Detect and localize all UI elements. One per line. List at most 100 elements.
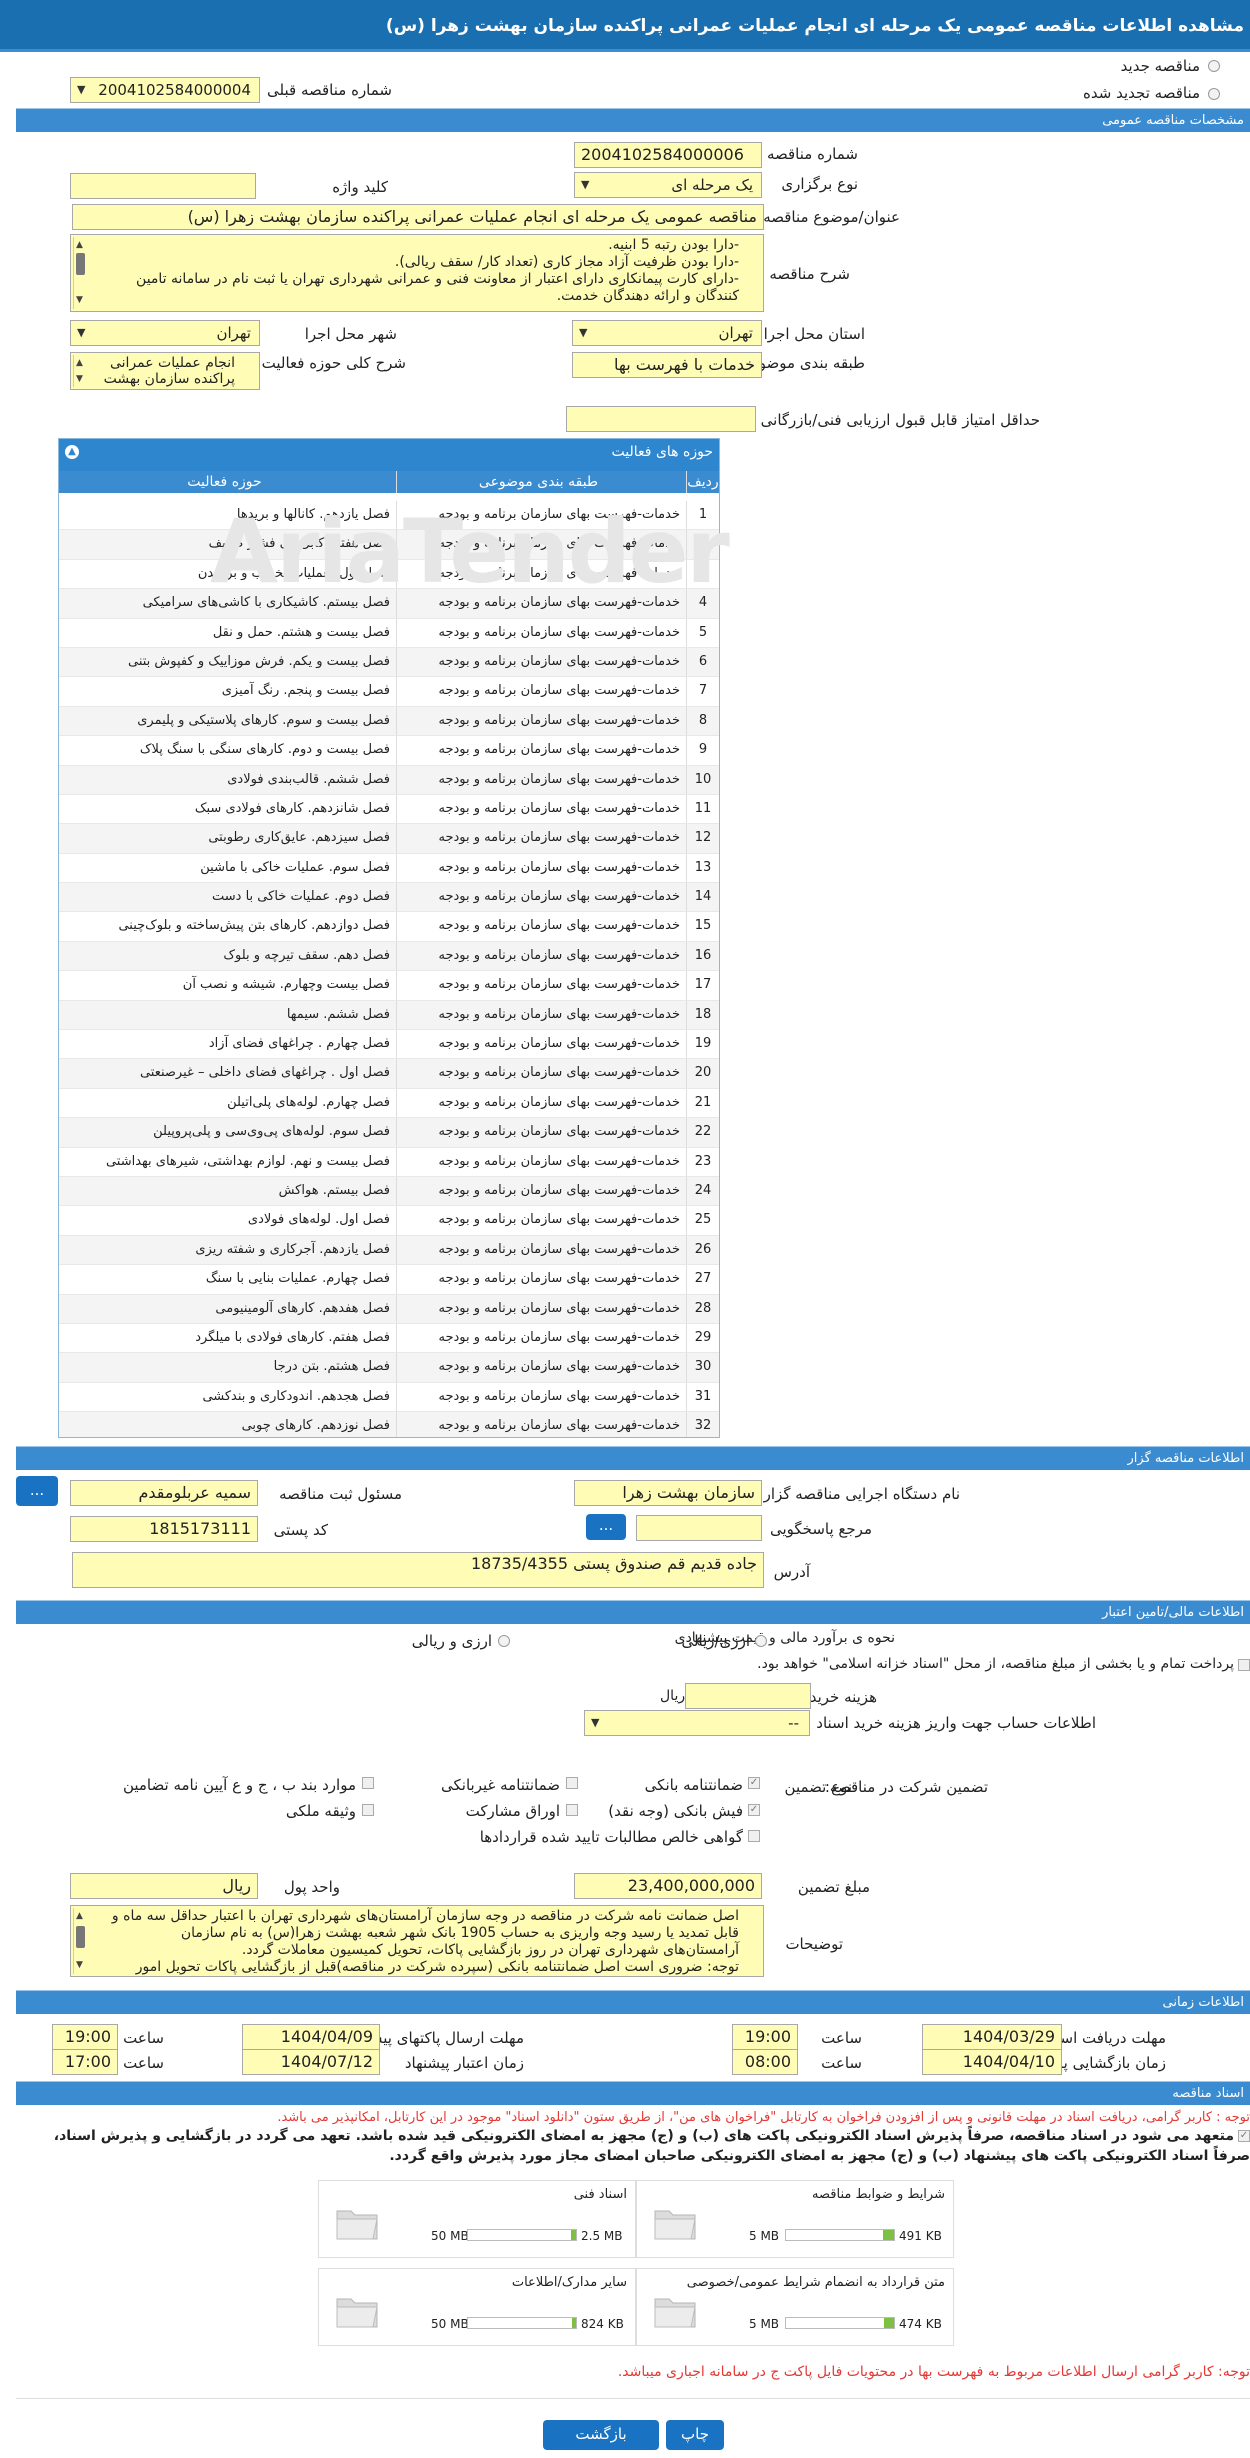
table-row[interactable]: 29 خدمات-فهرست بهای سازمان برنامه و بودجه… [59, 1323, 719, 1354]
document-item[interactable]: شرایط و ضوابط مناقصه 5 MB 491 KB [636, 2180, 954, 2258]
row-number: 29 [686, 1323, 719, 1353]
scope-label: شرح کلی حوزه فعالیت [261, 354, 406, 372]
table-row[interactable]: 19 خدمات-فهرست بهای سازمان برنامه و بودجه… [59, 1030, 719, 1060]
bonds-checkbox[interactable] [566, 1804, 578, 1816]
keyword-input[interactable] [70, 173, 256, 199]
table-row[interactable]: 24 خدمات-فهرست بهای سازمان برنامه و بودجه… [59, 1176, 719, 1207]
validity-label: زمان اعتبار پیشنهاد [404, 2054, 524, 2072]
submit-date-field: 1404/04/09 [242, 2024, 380, 2050]
prev-number-select[interactable]: ▼ 2004102584000004 [70, 77, 260, 103]
commitment-checkbox[interactable]: ✓ [1238, 2130, 1250, 2142]
folder-icon [654, 2210, 696, 2240]
city-select[interactable]: ▼ تهران [70, 320, 260, 346]
claims-checkbox[interactable] [748, 1830, 760, 1842]
more-button[interactable]: ... [16, 1476, 58, 1506]
treasury-checkbox[interactable] [1238, 1659, 1250, 1671]
table-row[interactable]: 11 خدمات-فهرست بهای سازمان برنامه و بودجه… [59, 794, 719, 825]
ref-button[interactable]: ... [586, 1514, 626, 1540]
table-row[interactable]: 7 خدمات-فهرست بهای سازمان برنامه و بودجه ف… [59, 677, 719, 707]
document-progress-fill [883, 2230, 894, 2240]
document-max-size: 5 MB [749, 2317, 780, 2331]
section-documents: اسناد مناقصه [16, 2081, 1250, 2105]
col-category: طبقه بندی موضوعی [396, 471, 686, 493]
table-row[interactable]: 5 خدمات-فهرست بهای سازمان برنامه و بودجه ف… [59, 618, 719, 648]
print-button[interactable]: چاپ [666, 2420, 724, 2450]
row-number: 15 [686, 912, 719, 941]
scrollbar[interactable]: ▲ ▼ [73, 237, 88, 309]
bank-guarantee-checkbox[interactable]: ✓ [748, 1777, 760, 1789]
nonbank-guarantee-checkbox[interactable] [566, 1777, 578, 1789]
description-textarea[interactable]: -دارا بودن رتبه 5 ابنیه. -دارا بودن ظرفی… [70, 234, 764, 312]
row-number: 31 [686, 1382, 719, 1412]
items-checkbox[interactable] [362, 1777, 374, 1789]
estimate-radio-1[interactable] [755, 1635, 767, 1647]
table-row[interactable]: 9 خدمات-فهرست بهای سازمان برنامه و بودجه ف… [59, 736, 719, 766]
table-row[interactable]: 10 خدمات-فهرست بهای سازمان برنامه و بودجه… [59, 765, 719, 795]
table-row[interactable]: 31 خدمات-فهرست بهای سازمان برنامه و بودجه… [59, 1382, 719, 1413]
scrollbar[interactable]: ▲ ▼ [73, 1908, 88, 1974]
receipt-checkbox[interactable]: ✓ [748, 1804, 760, 1816]
table-row[interactable]: 28 خدمات-فهرست بهای سازمان برنامه و بودجه… [59, 1294, 719, 1324]
new-tender-radio[interactable] [1208, 60, 1220, 72]
row-category: خدمات-فهرست بهای سازمان برنامه و بودجه [396, 1353, 686, 1382]
row-scope: فصل هفدهم. کارهای آلومینیومی [215, 1300, 390, 1316]
row-category: خدمات-فهرست بهای سازمان برنامه و بودجه [396, 1030, 686, 1059]
row-category: خدمات-فهرست بهای سازمان برنامه و بودجه [396, 1206, 686, 1235]
table-row[interactable]: 21 خدمات-فهرست بهای سازمان برنامه و بودجه… [59, 1088, 719, 1119]
back-button[interactable]: بازگشت [543, 2420, 659, 2450]
table-row[interactable]: 13 خدمات-فهرست بهای سازمان برنامه و بودجه… [59, 853, 719, 884]
renewed-tender-radio[interactable] [1208, 88, 1220, 100]
document-item[interactable]: سایر مدارک/اطلاعات 50 MB 824 KB [318, 2268, 636, 2346]
row-scope: فصل سیزدهم. عایق‌کاری رطوبتی [208, 830, 390, 846]
scope-textarea[interactable]: انجام عملیات عمرانی پراکنده سازمان بهشت … [70, 352, 260, 390]
table-row[interactable]: 23 خدمات-فهرست بهای سازمان برنامه و بودجه… [59, 1147, 719, 1177]
document-size: 2.5 MB [581, 2229, 623, 2243]
ref-label: مرجع پاسخگویی [769, 1520, 872, 1538]
table-row[interactable]: 27 خدمات-فهرست بهای سازمان برنامه و بودجه… [59, 1265, 719, 1295]
tender-type-select[interactable]: ▼ یک مرحله ای [574, 172, 762, 198]
receive-time-label: ساعت [821, 2029, 862, 2047]
tender-type-label: نوع برگزاری [781, 175, 858, 193]
row-category: خدمات-فهرست بهای سازمان برنامه و بودجه [396, 1235, 686, 1265]
table-row[interactable]: 6 خدمات-فهرست بهای سازمان برنامه و بودجه ف… [59, 647, 719, 678]
document-progress-fill [572, 2318, 576, 2328]
province-select[interactable]: ▼ تهران [572, 320, 762, 346]
row-category: خدمات-فهرست بهای سازمان برنامه و بودجه [396, 794, 686, 824]
minscore-input[interactable] [566, 406, 756, 432]
chevron-down-icon: ▼ [77, 83, 86, 96]
estimate-radio-2[interactable] [498, 1635, 510, 1647]
table-row[interactable]: 16 خدمات-فهرست بهای سازمان برنامه و بودجه… [59, 941, 719, 972]
account-label: اطلاعات حساب جهت واریز هزینه خرید اسناد [816, 1714, 1096, 1732]
notes-label: توضیحات [785, 1935, 843, 1953]
table-row[interactable]: 14 خدمات-فهرست بهای سازمان برنامه و بودجه… [59, 883, 719, 913]
table-row[interactable]: 15 خدمات-فهرست بهای سازمان برنامه و بودجه… [59, 912, 719, 942]
property-checkbox[interactable] [362, 1804, 374, 1816]
chevron-down-icon: ▼ [591, 1716, 600, 1729]
row-scope: فصل دوازدهم. کارهای بتن پیش‌ساخته و بلوک… [118, 918, 390, 934]
table-row[interactable]: 30 خدمات-فهرست بهای سازمان برنامه و بودجه… [59, 1353, 719, 1383]
account-select[interactable]: ▼ -- [584, 1710, 810, 1736]
table-row[interactable]: 26 خدمات-فهرست بهای سازمان برنامه و بودجه… [59, 1235, 719, 1266]
scrollbar[interactable]: ▲ ▼ [73, 355, 86, 387]
grid-body: 1 خدمات-فهرست بهای سازمان برنامه و بودجه ف… [59, 493, 719, 1437]
notes-textarea[interactable]: اصل ضمانت نامه شرکت در مناقصه در وجه ساز… [70, 1905, 764, 1977]
table-row[interactable]: 22 خدمات-فهرست بهای سازمان برنامه و بودجه… [59, 1118, 719, 1148]
collapse-icon[interactable]: ▲ [65, 445, 79, 459]
row-scope: فصل بیست و سوم. کارهای پلاستیکی و پلیمری [137, 712, 390, 728]
document-max-size: 50 MB [431, 2229, 469, 2243]
document-item[interactable]: اسناد فنی 50 MB 2.5 MB [318, 2180, 636, 2258]
table-row[interactable]: 18 خدمات-فهرست بهای سازمان برنامه و بودجه… [59, 1000, 719, 1031]
table-row[interactable]: 8 خدمات-فهرست بهای سازمان برنامه و بودجه ف… [59, 706, 719, 737]
table-row[interactable]: 20 خدمات-فهرست بهای سازمان برنامه و بودجه… [59, 1059, 719, 1089]
table-row[interactable]: 12 خدمات-فهرست بهای سازمان برنامه و بودجه… [59, 824, 719, 854]
row-scope: فصل سوم. عملیات خاکی با ماشین [200, 859, 390, 875]
document-item[interactable]: متن قرارداد به انضمام شرایط عمومی/خصوصی 5… [636, 2268, 954, 2346]
table-row[interactable]: 25 خدمات-فهرست بهای سازمان برنامه و بودجه… [59, 1206, 719, 1236]
row-number: 27 [686, 1265, 719, 1294]
table-row[interactable]: 32 خدمات-فهرست بهای سازمان برنامه و بودجه… [59, 1412, 719, 1437]
row-number: 23 [686, 1147, 719, 1176]
row-scope: فصل هفتم. کارهای فولادی با میلگرد [195, 1329, 390, 1345]
table-row[interactable]: 17 خدمات-فهرست بهای سازمان برنامه و بودجه… [59, 971, 719, 1001]
row-category: خدمات-فهرست بهای سازمان برنامه و بودجه [396, 647, 686, 677]
row-number: 19 [686, 1030, 719, 1059]
